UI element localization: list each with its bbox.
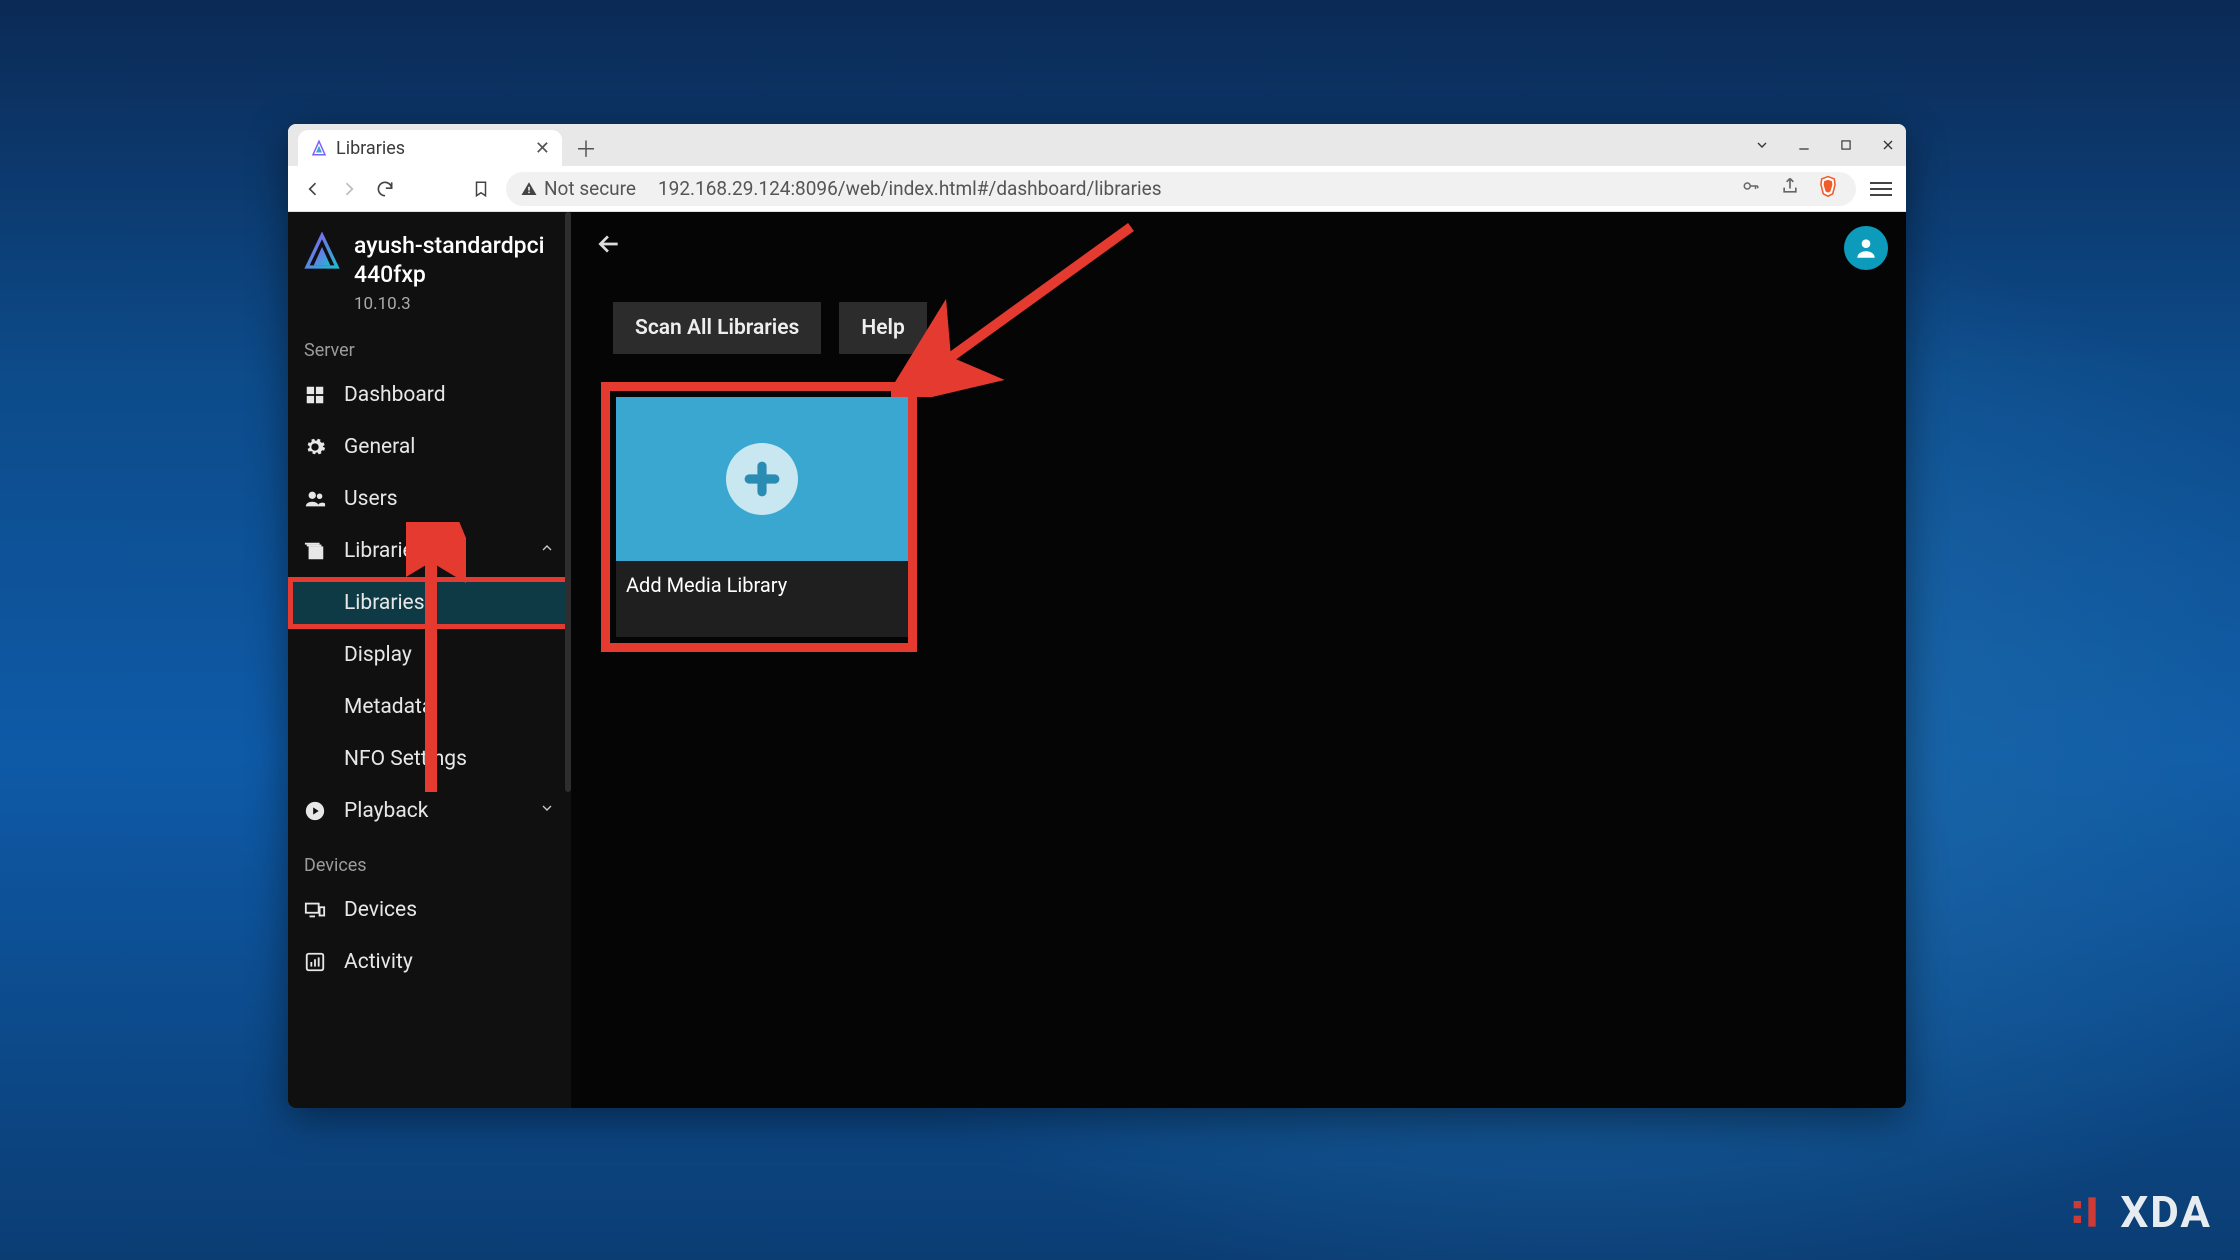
xda-watermark: XDA bbox=[2070, 1186, 2212, 1238]
play-icon bbox=[304, 800, 326, 822]
chevron-down-icon bbox=[539, 800, 555, 821]
nav-back-button[interactable] bbox=[302, 178, 324, 200]
user-avatar-button[interactable] bbox=[1844, 226, 1888, 270]
sidebar-section-devices: Devices bbox=[288, 837, 571, 884]
url-bar: Not secure 192.168.29.124:8096/web/index… bbox=[288, 166, 1906, 212]
sidebar-subitem-label: NFO Settings bbox=[344, 747, 467, 771]
sidebar-item-playback[interactable]: Playback bbox=[288, 785, 571, 837]
action-button-row: Scan All Libraries Help bbox=[613, 302, 1882, 354]
window-controls bbox=[1752, 124, 1898, 166]
warning-icon bbox=[520, 180, 538, 198]
card-label: Add Media Library bbox=[626, 573, 787, 597]
sidebar-section-server: Server bbox=[288, 322, 571, 369]
annotation-highlight bbox=[288, 577, 571, 629]
sidebar-subitem-nfo-settings[interactable]: NFO Settings bbox=[288, 733, 571, 785]
sidebar-item-libraries[interactable]: Libraries bbox=[288, 525, 571, 577]
sidebar-subitem-libraries[interactable]: Libraries bbox=[288, 577, 571, 629]
xda-logo-icon bbox=[2070, 1190, 2114, 1234]
devices-icon bbox=[304, 899, 326, 921]
bookmark-button[interactable] bbox=[470, 178, 492, 200]
jellyfin-logo-icon bbox=[302, 232, 342, 272]
sidebar: ayush-standardpci440fxp 10.10.3 Server D… bbox=[288, 212, 571, 1108]
button-label: Help bbox=[861, 316, 904, 340]
sidebar-header: ayush-standardpci440fxp 10.10.3 bbox=[288, 212, 571, 322]
sidebar-subitem-label: Libraries bbox=[344, 591, 425, 615]
desktop-wallpaper: Libraries ✕ ＋ bbox=[0, 0, 2240, 1260]
sidebar-item-label: Activity bbox=[344, 950, 413, 974]
tab-strip: Libraries ✕ ＋ bbox=[288, 124, 1906, 166]
share-icon[interactable] bbox=[1776, 176, 1804, 201]
brave-shield-icon[interactable] bbox=[1814, 175, 1842, 202]
button-label: Scan All Libraries bbox=[635, 316, 799, 340]
url-text: 192.168.29.124:8096/web/index.html#/dash… bbox=[658, 177, 1162, 200]
card-illustration bbox=[616, 397, 908, 561]
tab-close-icon[interactable]: ✕ bbox=[535, 138, 550, 159]
watermark-text: XDA bbox=[2120, 1186, 2212, 1238]
add-media-library-card[interactable]: Add Media Library bbox=[616, 397, 908, 637]
sidebar-item-label: Libraries bbox=[344, 539, 425, 563]
nav-reload-button[interactable] bbox=[374, 178, 396, 200]
content-area: Scan All Libraries Help bbox=[571, 212, 1906, 1108]
sidebar-item-label: General bbox=[344, 435, 415, 459]
sidebar-item-label: Playback bbox=[344, 799, 428, 823]
new-tab-button[interactable]: ＋ bbox=[572, 134, 600, 162]
dashboard-icon bbox=[304, 384, 326, 406]
tab-title: Libraries bbox=[336, 138, 405, 159]
window-minimize-button[interactable] bbox=[1794, 135, 1814, 155]
annotation-highlight: Add Media Library bbox=[601, 382, 917, 652]
sidebar-item-general[interactable]: General bbox=[288, 421, 571, 473]
server-version: 10.10.3 bbox=[354, 294, 557, 314]
address-bar[interactable]: Not secure 192.168.29.124:8096/web/index… bbox=[506, 172, 1856, 206]
sidebar-item-label: Devices bbox=[344, 898, 417, 922]
library-icon bbox=[304, 540, 326, 562]
content-back-button[interactable] bbox=[595, 230, 623, 258]
sidebar-subitem-label: Metadata bbox=[344, 695, 433, 719]
browser-menu-button[interactable] bbox=[1870, 178, 1892, 200]
scan-all-libraries-button[interactable]: Scan All Libraries bbox=[613, 302, 821, 354]
sidebar-subitem-label: Display bbox=[344, 643, 412, 667]
window-maximize-button[interactable] bbox=[1836, 135, 1856, 155]
add-library-card-wrapper: Add Media Library bbox=[601, 382, 917, 652]
window-close-button[interactable] bbox=[1878, 135, 1898, 155]
sidebar-item-devices[interactable]: Devices bbox=[288, 884, 571, 936]
jellyfin-app: ayush-standardpci440fxp 10.10.3 Server D… bbox=[288, 212, 1906, 1108]
tab-search-chevron-icon[interactable] bbox=[1752, 135, 1772, 155]
chevron-up-icon bbox=[539, 540, 555, 561]
sidebar-item-activity[interactable]: Activity bbox=[288, 936, 571, 988]
nav-forward-button[interactable] bbox=[338, 178, 360, 200]
users-icon bbox=[304, 488, 326, 510]
sidebar-item-label: Users bbox=[344, 487, 398, 511]
security-indicator[interactable]: Not secure bbox=[520, 177, 636, 200]
server-name: ayush-standardpci440fxp bbox=[354, 232, 557, 290]
help-button[interactable]: Help bbox=[839, 302, 926, 354]
gear-icon bbox=[304, 436, 326, 458]
sidebar-item-dashboard[interactable]: Dashboard bbox=[288, 369, 571, 421]
sidebar-item-label: Dashboard bbox=[344, 383, 446, 407]
person-icon bbox=[1853, 235, 1879, 261]
browser-window: Libraries ✕ ＋ bbox=[288, 124, 1906, 1108]
password-key-icon[interactable] bbox=[1736, 177, 1766, 200]
jellyfin-favicon-icon bbox=[310, 139, 328, 157]
sidebar-item-users[interactable]: Users bbox=[288, 473, 571, 525]
security-label: Not secure bbox=[544, 177, 636, 200]
sidebar-subitem-display[interactable]: Display bbox=[288, 629, 571, 681]
add-icon bbox=[726, 443, 798, 515]
activity-icon bbox=[304, 951, 326, 973]
browser-tab-libraries[interactable]: Libraries ✕ bbox=[298, 130, 562, 166]
sidebar-subitem-metadata[interactable]: Metadata bbox=[288, 681, 571, 733]
